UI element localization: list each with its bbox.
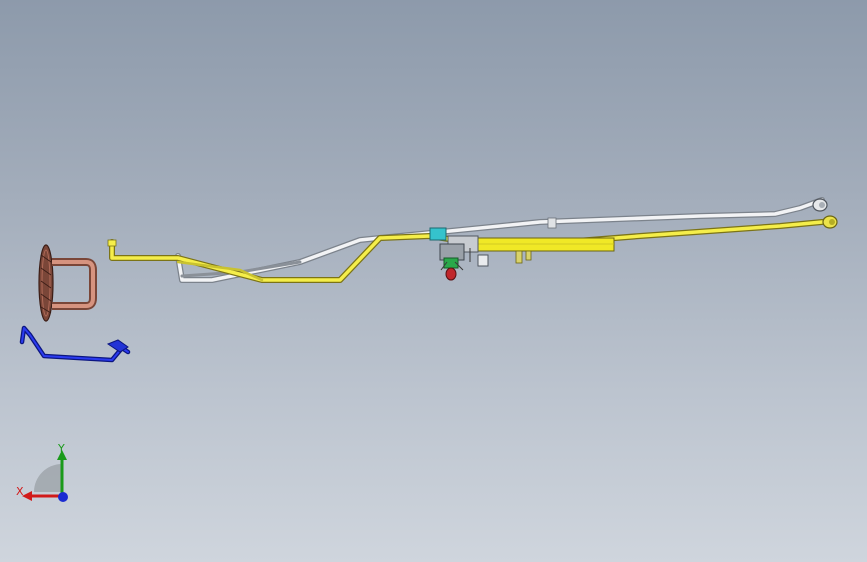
triad-icon xyxy=(22,450,68,502)
grommet-seal[interactable] xyxy=(38,244,97,322)
cad-viewport[interactable]: X Y xyxy=(0,0,867,562)
y-axis-label: Y xyxy=(58,442,65,455)
connector-assembly[interactable] xyxy=(429,227,489,281)
x-axis-label: X xyxy=(16,485,24,498)
model-scene[interactable] xyxy=(0,0,867,562)
coordinate-triad: X Y xyxy=(12,440,82,510)
blue-bracket[interactable] xyxy=(19,325,131,363)
